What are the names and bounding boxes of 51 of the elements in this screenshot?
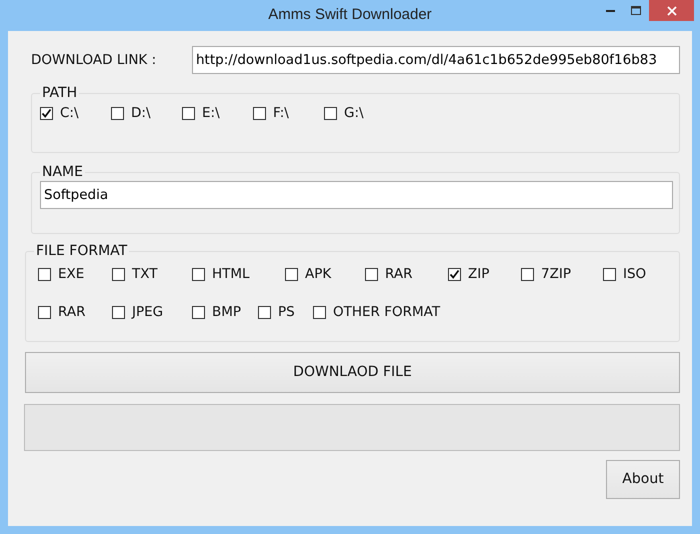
drive-checkbox[interactable]: F:\ xyxy=(253,103,324,124)
drive-checkbox[interactable]: D:\ xyxy=(111,103,182,124)
checkbox-square[interactable] xyxy=(253,106,266,120)
format-checkbox[interactable]: ZIP xyxy=(448,264,521,284)
maximize-icon xyxy=(631,6,641,15)
checkbox-square[interactable] xyxy=(324,106,337,120)
format-checkbox[interactable]: ISO xyxy=(603,264,663,284)
checkbox-square[interactable] xyxy=(603,268,616,281)
checkbox-square[interactable] xyxy=(192,306,205,319)
name-field[interactable]: Softpedia xyxy=(40,181,673,209)
window-title: Amms Swift Downloader xyxy=(268,5,432,26)
download-link-field[interactable]: http://download1us.softpedia.com/dl/4a61c1b652de995eb80f16b83 xyxy=(192,46,680,74)
checkbox-square[interactable] xyxy=(521,268,534,281)
checkbox-square[interactable] xyxy=(38,268,51,281)
format-checkbox[interactable]: BMP xyxy=(192,302,258,322)
group-label: PATH xyxy=(41,86,78,100)
format-checkbox[interactable]: APK xyxy=(285,264,365,284)
format-checkbox[interactable]: RAR xyxy=(38,302,112,322)
minimize-icon xyxy=(606,9,614,12)
checkbox-square[interactable] xyxy=(448,268,461,281)
download-file-button[interactable]: DOWNLAOD FILE xyxy=(25,352,680,393)
checkbox-square[interactable] xyxy=(40,106,53,120)
group-label: FILE FORMAT xyxy=(35,244,128,258)
check-icon xyxy=(41,108,52,119)
format-checkbox[interactable]: RAR xyxy=(365,264,448,284)
checkbox-square[interactable] xyxy=(313,306,326,319)
close-icon xyxy=(666,6,676,16)
group-label: NAME xyxy=(41,165,84,179)
format-checkbox[interactable]: TXT xyxy=(112,264,192,284)
format-checkbox[interactable]: JPEG xyxy=(112,302,192,322)
format-checkbox[interactable]: 7ZIP xyxy=(521,264,603,284)
checkbox-square[interactable] xyxy=(192,268,205,281)
check-icon xyxy=(449,268,460,280)
format-checkbox[interactable]: OTHER FORMAT xyxy=(313,302,463,322)
close-button[interactable] xyxy=(649,0,694,21)
format-checkbox[interactable]: PS xyxy=(258,302,313,322)
drive-checkbox[interactable]: C:\ xyxy=(40,103,111,124)
format-checkbox[interactable]: EXE xyxy=(38,264,112,284)
checkbox-square[interactable] xyxy=(258,306,271,319)
download-link-label: DOWNLOAD LINK : xyxy=(30,50,158,70)
checkbox-square[interactable] xyxy=(365,268,378,281)
checkbox-square[interactable] xyxy=(111,106,124,120)
drive-checkbox[interactable]: E:\ xyxy=(182,103,253,124)
about-button[interactable]: About xyxy=(606,460,680,499)
checkbox-square[interactable] xyxy=(285,268,298,281)
checkbox-square[interactable] xyxy=(112,268,125,281)
checkbox-square[interactable] xyxy=(38,306,51,319)
checkbox-square[interactable] xyxy=(112,306,125,319)
format-checkbox[interactable]: HTML xyxy=(192,264,285,284)
checkbox-square[interactable] xyxy=(182,106,195,120)
drive-checkbox[interactable]: G:\ xyxy=(324,103,395,124)
